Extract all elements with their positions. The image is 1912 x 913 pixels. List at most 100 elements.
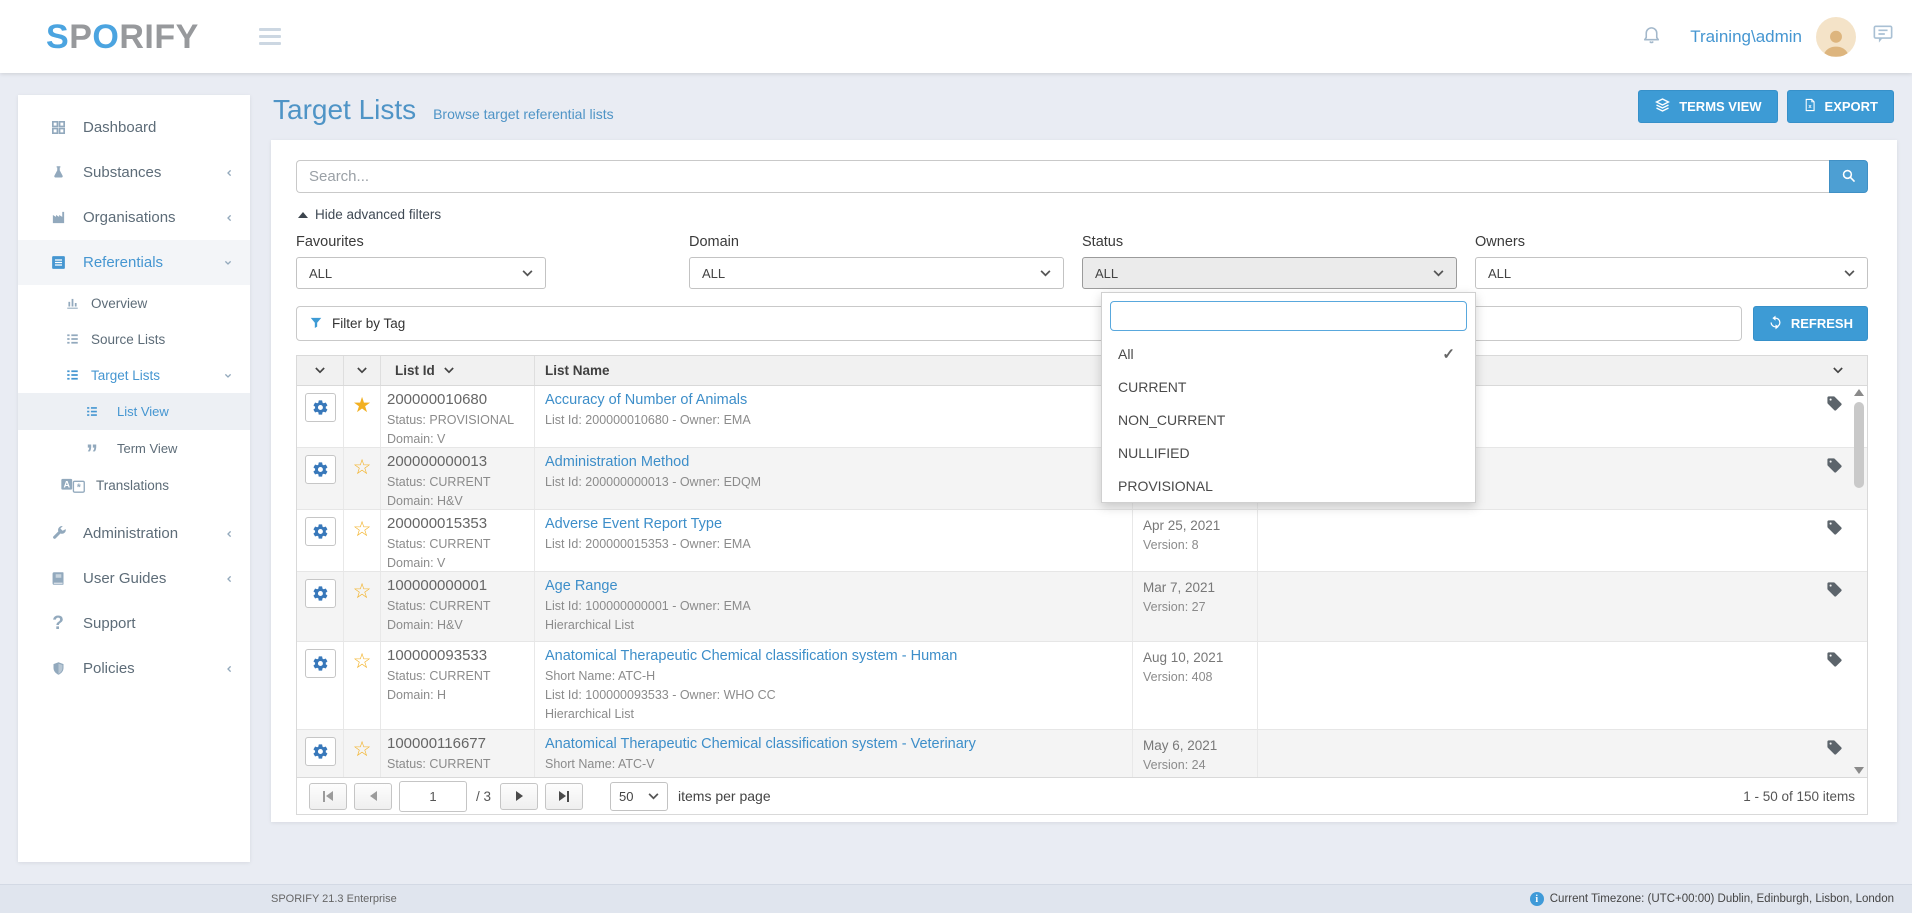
- favourite-star-icon[interactable]: ☆: [353, 457, 372, 509]
- scroll-up-arrow-icon[interactable]: [1854, 389, 1864, 396]
- status-option-non-current[interactable]: NON_CURRENT: [1110, 403, 1467, 436]
- domain-select[interactable]: ALL: [689, 257, 1064, 289]
- sidebar-item-label: Organisations: [83, 209, 176, 226]
- tags-icon[interactable]: [1826, 457, 1843, 509]
- sporify-logo[interactable]: SPORIFY: [46, 20, 199, 54]
- previous-page-button[interactable]: [354, 783, 392, 810]
- column-header-list-id[interactable]: List Id: [381, 356, 535, 385]
- tags-icon[interactable]: [1826, 395, 1843, 447]
- list-name-link[interactable]: Anatomical Therapeutic Chemical classifi…: [545, 735, 976, 753]
- last-page-button[interactable]: [545, 783, 583, 810]
- list-name-link[interactable]: Adverse Event Report Type: [545, 515, 722, 533]
- table-row[interactable]: ☆ 200000015353 Status: CURRENT Domain: V…: [297, 510, 1867, 572]
- option-label: NON_CURRENT: [1118, 412, 1225, 428]
- row-settings-button[interactable]: [305, 393, 336, 422]
- favourite-star-icon[interactable]: ☆: [353, 651, 372, 729]
- sidebar-item-dashboard[interactable]: Dashboard: [18, 105, 250, 150]
- column-header-actions[interactable]: [297, 356, 344, 385]
- avatar[interactable]: [1816, 17, 1856, 57]
- first-page-button[interactable]: [309, 783, 347, 810]
- page-actions: TERMS VIEW x EXPORT: [1638, 90, 1894, 123]
- chevron-left-icon: [225, 663, 234, 675]
- owners-select[interactable]: ALL: [1475, 257, 1868, 289]
- row-settings-button[interactable]: [305, 579, 336, 608]
- next-page-button[interactable]: [500, 783, 538, 810]
- sidebar-item-label: Referentials: [83, 254, 163, 271]
- table-row[interactable]: ☆ 100000116677 Status: CURRENT Domain: V…: [297, 730, 1867, 777]
- sidebar-item-referentials[interactable]: Referentials: [18, 240, 250, 285]
- actions-cell: [297, 730, 344, 777]
- favourite-star-filled-icon[interactable]: ★: [353, 395, 372, 447]
- favourites-filter: Favourites ALL: [296, 234, 689, 289]
- tags-icon[interactable]: [1826, 519, 1843, 571]
- status-label: Status: [1082, 234, 1457, 250]
- user-menu[interactable]: Training\admin: [1690, 27, 1802, 47]
- row-settings-button[interactable]: [305, 517, 336, 546]
- sidebar-item-overview[interactable]: Overview: [18, 285, 250, 321]
- svg-text:A: A: [63, 479, 70, 489]
- status-option-all[interactable]: All ✓: [1110, 337, 1467, 370]
- sidebar-item-administration[interactable]: Administration: [18, 511, 250, 556]
- tags-icon[interactable]: [1826, 651, 1843, 729]
- table-row[interactable]: ★ 200000010680 Status: PROVISIONAL Domai…: [297, 386, 1867, 448]
- status-option-provisional[interactable]: PROVISIONAL: [1110, 469, 1467, 502]
- vertical-scrollbar[interactable]: [1852, 389, 1865, 774]
- list-name-link[interactable]: Accuracy of Number of Animals: [545, 391, 747, 409]
- favourites-select[interactable]: ALL: [296, 257, 546, 289]
- notifications-bell-icon[interactable]: [1641, 23, 1662, 50]
- feedback-chat-icon[interactable]: [1872, 24, 1894, 49]
- status-line: Status: CURRENT: [387, 537, 526, 552]
- sidebar-item-policies[interactable]: Policies: [18, 646, 250, 691]
- sidebar-item-list-view[interactable]: List View: [18, 393, 250, 430]
- sidebar-item-target-lists[interactable]: Target Lists: [18, 357, 250, 393]
- favourite-star-icon[interactable]: ☆: [353, 581, 372, 641]
- status-filter-search-input[interactable]: [1110, 301, 1467, 331]
- timezone-info: i Current Timezone: (UTC+00:00) Dublin, …: [1530, 892, 1894, 906]
- table-row[interactable]: ☆ 100000093533 Status: CURRENT Domain: H…: [297, 642, 1867, 730]
- row-settings-button[interactable]: [305, 737, 336, 766]
- refresh-button[interactable]: REFRESH: [1753, 306, 1868, 341]
- flask-icon: [48, 164, 68, 181]
- row-settings-button[interactable]: [305, 455, 336, 484]
- sidebar-item-support[interactable]: ? Support: [18, 601, 250, 646]
- favourite-star-icon[interactable]: ☆: [353, 739, 372, 777]
- search-input[interactable]: [296, 160, 1829, 193]
- status-option-current[interactable]: CURRENT: [1110, 370, 1467, 403]
- list-name-link[interactable]: Administration Method: [545, 453, 689, 471]
- scrollbar-thumb[interactable]: [1854, 402, 1864, 488]
- sidebar-item-source-lists[interactable]: Source Lists: [18, 321, 250, 357]
- tags-icon[interactable]: [1826, 581, 1843, 641]
- list-name-link[interactable]: Anatomical Therapeutic Chemical classifi…: [545, 647, 957, 665]
- column-header-list-name[interactable]: List Name: [535, 356, 1133, 385]
- svg-text:*: *: [77, 482, 81, 493]
- scroll-down-arrow-icon[interactable]: [1854, 767, 1864, 774]
- favourite-star-icon[interactable]: ☆: [353, 519, 372, 571]
- filter-by-tag-input[interactable]: Filter by Tag: [296, 306, 1742, 341]
- sidebar-item-organisations[interactable]: Organisations: [18, 195, 250, 240]
- domain-filter: Domain ALL: [689, 234, 1082, 289]
- list-name-link[interactable]: Age Range: [545, 577, 618, 595]
- status-select[interactable]: ALL: [1082, 257, 1457, 289]
- short-name-line: Short Name: ATC-V: [545, 757, 1124, 772]
- detail-line: List Id: 200000010680 - Owner: EMA: [545, 413, 1124, 428]
- terms-view-button[interactable]: TERMS VIEW: [1638, 90, 1777, 123]
- sidebar-item-user-guides[interactable]: User Guides: [18, 556, 250, 601]
- menu-toggle-icon[interactable]: [255, 20, 285, 53]
- chevron-down-icon: [1040, 270, 1051, 277]
- page-title-text: Target Lists: [273, 94, 416, 125]
- search-button[interactable]: [1829, 160, 1868, 193]
- table-row[interactable]: ☆ 200000000013 Status: CURRENT Domain: H…: [297, 448, 1867, 510]
- tags-icon[interactable]: [1826, 739, 1843, 777]
- column-header-favourites[interactable]: [344, 356, 381, 385]
- table-row[interactable]: ☆ 100000000001 Status: CURRENT Domain: H…: [297, 572, 1867, 642]
- sidebar-item-substances[interactable]: Substances: [18, 150, 250, 195]
- row-settings-button[interactable]: [305, 649, 336, 678]
- hide-advanced-filters-toggle[interactable]: Hide advanced filters: [298, 206, 1868, 223]
- sidebar-item-term-view[interactable]: ” Term View: [18, 430, 250, 467]
- page-number-input[interactable]: [399, 781, 467, 812]
- page-size-select[interactable]: 50: [610, 782, 668, 811]
- sidebar-item-translations[interactable]: A* Translations: [18, 467, 250, 503]
- status-option-nullified[interactable]: NULLIFIED: [1110, 436, 1467, 469]
- export-button[interactable]: x EXPORT: [1787, 90, 1894, 123]
- detail-line: List Id: 200000015353 - Owner: EMA: [545, 537, 1124, 552]
